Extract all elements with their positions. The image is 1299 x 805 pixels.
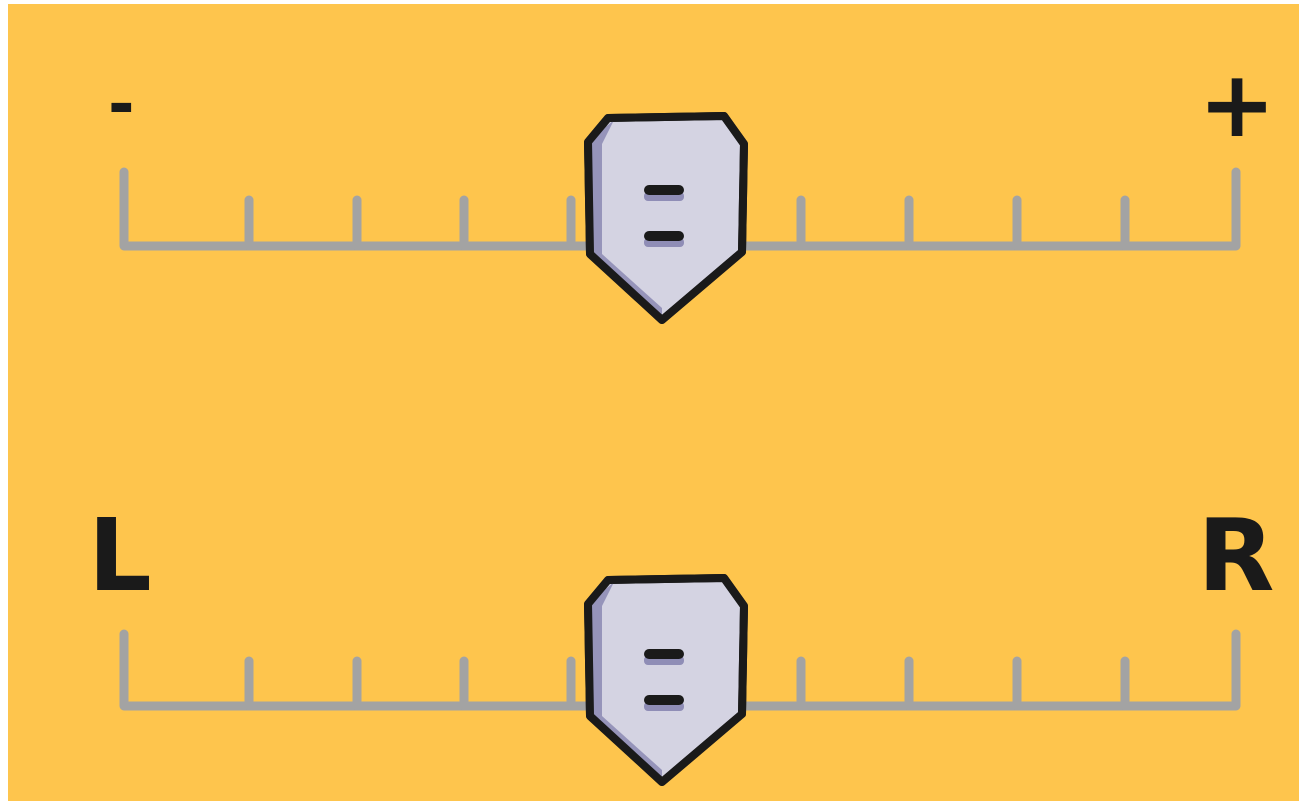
balance-slider-bottom[interactable]: L R: [88, 497, 1275, 786]
slider-thumb[interactable]: [584, 574, 748, 786]
balance-slider-top[interactable]: - +: [108, 51, 1276, 324]
thumb-body: [584, 574, 748, 786]
min-label-minus: -: [108, 68, 135, 142]
thumb-body: [584, 112, 748, 324]
max-label-plus: +: [1198, 51, 1275, 158]
max-label-right: R: [1197, 497, 1274, 614]
slider-thumb[interactable]: [584, 112, 748, 324]
min-label-left: L: [88, 497, 152, 614]
canvas: - + L R: [8, 4, 1299, 801]
